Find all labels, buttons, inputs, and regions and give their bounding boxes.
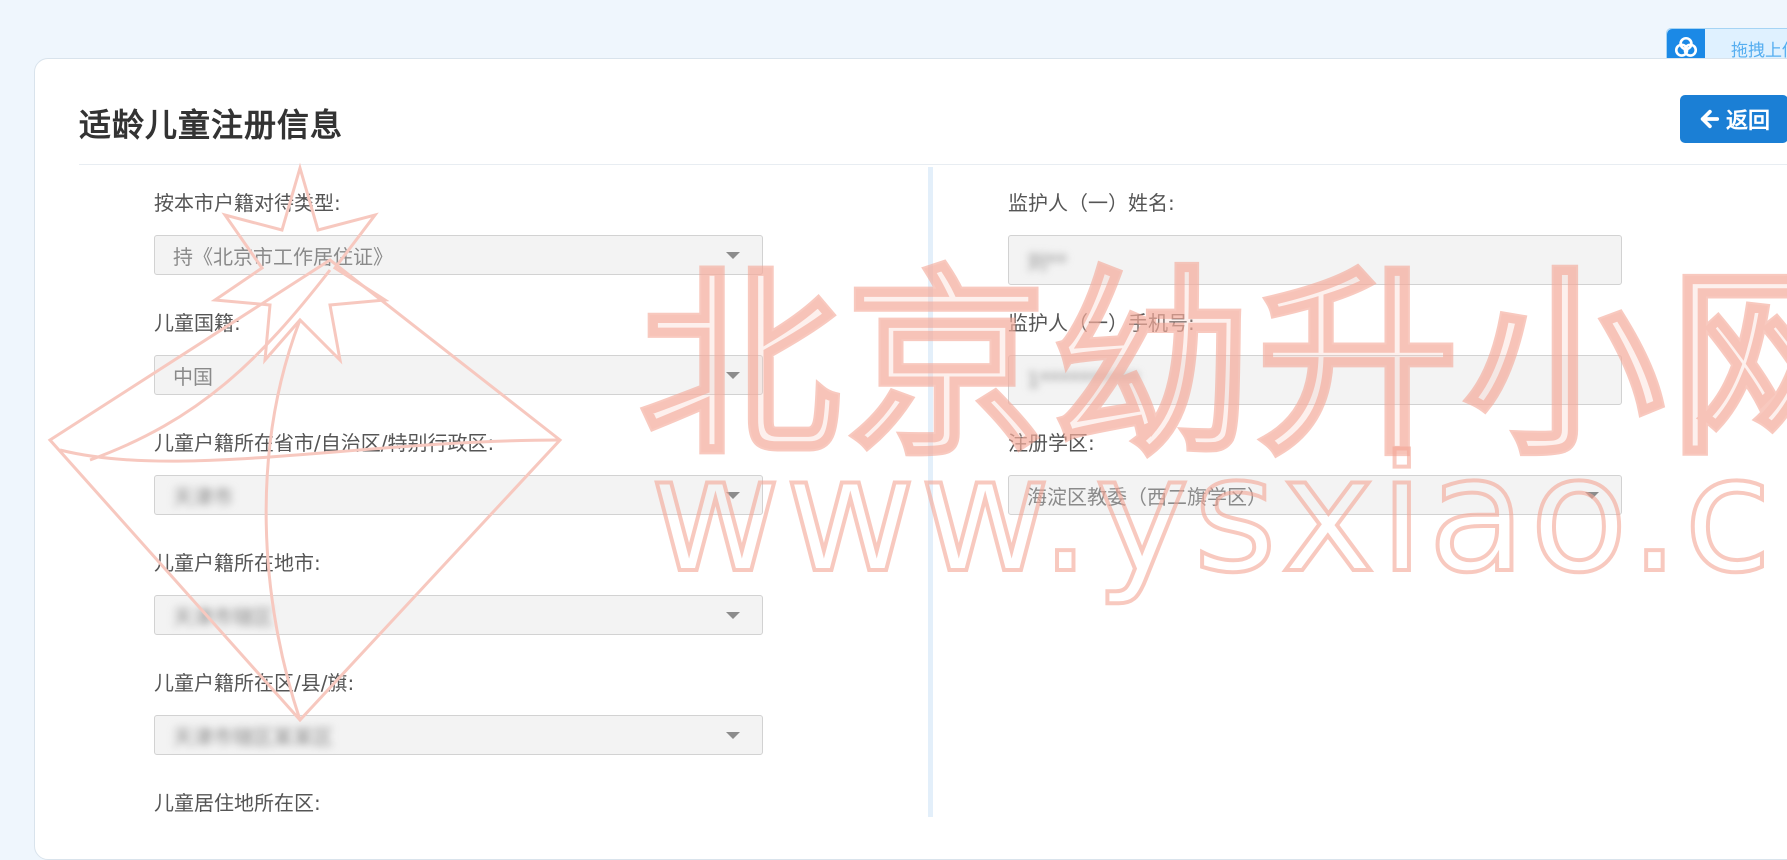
back-button-label: 返回: [1725, 109, 1770, 134]
school-district-value: 海淀区教委（西二旗学区）: [1027, 484, 1267, 509]
field-label-hukou-city: 儿童户籍所在地市:: [154, 551, 321, 575]
chevron-down-icon: [726, 252, 740, 259]
field-label-residence-district: 儿童居住地所在区:: [154, 791, 321, 815]
hukou-type-value: 持《北京市工作居住证》: [173, 244, 393, 269]
school-district-select[interactable]: 海淀区教委（西二旗学区）: [1008, 475, 1622, 515]
field-label-hukou-province: 儿童户籍所在省市/自治区/特别行政区:: [154, 431, 495, 455]
hukou-province-select[interactable]: 天津市: [154, 475, 763, 515]
hukou-district-value: 天津市辖区某某区: [173, 724, 333, 749]
hukou-type-select[interactable]: 持《北京市工作居住证》: [154, 235, 763, 275]
field-label-hukou-district: 儿童户籍所在区/县/旗:: [154, 671, 355, 695]
field-label-guardian-phone: 监护人（一）手机号:: [1008, 311, 1195, 335]
hukou-city-value: 天津市辖区: [173, 604, 273, 629]
chevron-down-icon: [726, 612, 740, 619]
nationality-select[interactable]: 中国: [154, 355, 763, 395]
chevron-down-icon: [726, 492, 740, 499]
guardian-name-value: 刘**: [1027, 249, 1067, 274]
back-button[interactable]: 返回: [1680, 95, 1787, 143]
arrow-left-icon: [1700, 109, 1720, 129]
field-label-guardian-name: 监护人（一）姓名:: [1008, 191, 1175, 215]
field-label-nationality: 儿童国籍:: [154, 311, 241, 335]
hukou-province-value: 天津市: [173, 484, 233, 509]
page-title: 适龄儿童注册信息: [79, 106, 344, 144]
chevron-down-icon: [1585, 492, 1599, 499]
field-label-hukou-type: 按本市户籍对待类型:: [154, 191, 341, 215]
chevron-down-icon: [726, 732, 740, 739]
guardian-phone-value: 1**********: [1027, 368, 1140, 392]
upload-widget-label: 拖拽上传: [1731, 40, 1787, 61]
guardian-phone-field[interactable]: 1**********: [1008, 355, 1622, 405]
nationality-value: 中国: [173, 364, 213, 389]
hukou-district-select[interactable]: 天津市辖区某某区: [154, 715, 763, 755]
guardian-name-field[interactable]: 刘**: [1008, 235, 1622, 285]
hukou-city-select[interactable]: 天津市辖区: [154, 595, 763, 635]
field-label-school-district: 注册学区:: [1008, 431, 1095, 455]
title-divider: [79, 164, 1787, 165]
chevron-down-icon: [726, 372, 740, 379]
column-divider: [928, 167, 933, 817]
